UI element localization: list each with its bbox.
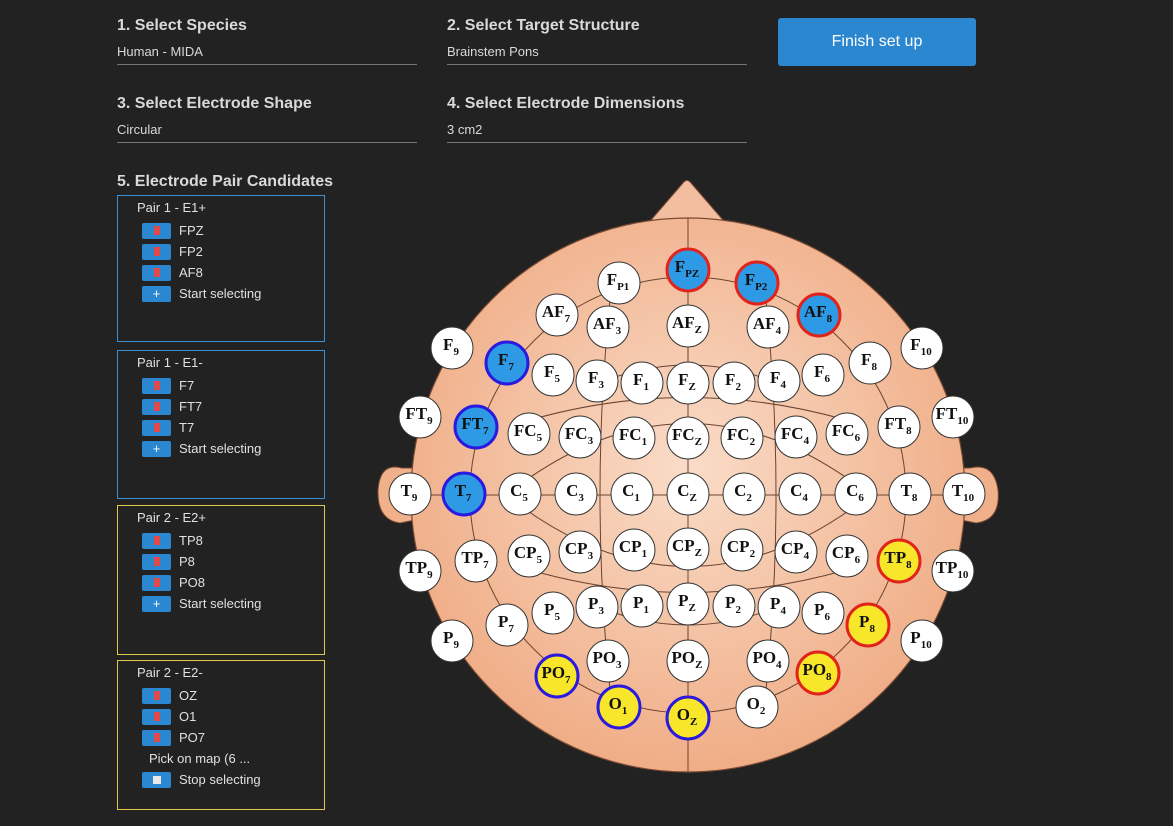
electrode-cp3[interactable]: CP3 xyxy=(558,530,602,574)
electrode-tp10[interactable]: TP10 xyxy=(931,549,975,593)
electrode-fz[interactable]: FZ xyxy=(666,361,710,405)
electrode-f3[interactable]: F3 xyxy=(575,359,619,403)
electrode-fp2[interactable]: FP2 xyxy=(734,260,780,306)
electrode-po8[interactable]: PO8 xyxy=(795,650,841,696)
electrode-f5[interactable]: F5 xyxy=(531,353,575,397)
electrode-p8[interactable]: P8 xyxy=(845,602,891,648)
electrode-tp7[interactable]: TP7 xyxy=(454,539,498,583)
electrode-o2[interactable]: O2 xyxy=(735,685,779,729)
electrode-o1[interactable]: O1 xyxy=(596,684,642,730)
electrode-c5[interactable]: C5 xyxy=(498,472,542,516)
electrode-p3[interactable]: P3 xyxy=(575,585,619,629)
electrode-f2[interactable]: F2 xyxy=(712,361,756,405)
electrode-cp6[interactable]: CP6 xyxy=(825,534,869,578)
electrode-p4[interactable]: P4 xyxy=(757,585,801,629)
electrode-t7[interactable]: T7 xyxy=(441,471,487,517)
electrode-f1[interactable]: F1 xyxy=(620,361,664,405)
electrode-ft10[interactable]: FT10 xyxy=(931,395,975,439)
electrode-p9[interactable]: P9 xyxy=(430,619,474,663)
electrode-cp2[interactable]: CP2 xyxy=(720,528,764,572)
electrode-po7[interactable]: PO7 xyxy=(534,653,580,699)
electrode-p5[interactable]: P5 xyxy=(531,591,575,635)
electrode-c2[interactable]: C2 xyxy=(722,472,766,516)
electrode-cp1[interactable]: CP1 xyxy=(612,528,656,572)
electrode-fc6[interactable]: FC6 xyxy=(825,412,869,456)
electrode-t9[interactable]: T9 xyxy=(388,472,432,516)
electrode-p7[interactable]: P7 xyxy=(485,603,529,647)
electrode-cp4[interactable]: CP4 xyxy=(774,530,818,574)
electrode-f10[interactable]: F10 xyxy=(900,326,944,370)
electrode-fpz[interactable]: FPZ xyxy=(665,247,711,293)
electrode-fcz[interactable]: FCZ xyxy=(666,416,710,460)
electrode-p10[interactable]: P10 xyxy=(900,619,944,663)
electrode-c6[interactable]: C6 xyxy=(834,472,878,516)
electrode-c3[interactable]: C3 xyxy=(554,472,598,516)
electrode-cz[interactable]: CZ xyxy=(666,472,710,516)
nose-shape xyxy=(649,180,725,221)
electrode-af7[interactable]: AF7 xyxy=(535,293,579,337)
electrode-tp8[interactable]: TP8 xyxy=(876,538,922,584)
electrode-af4[interactable]: AF4 xyxy=(746,305,790,349)
electrode-p2[interactable]: P2 xyxy=(712,584,756,628)
electrode-ft7[interactable]: FT7 xyxy=(453,404,499,450)
electrode-f6[interactable]: F6 xyxy=(801,353,845,397)
electrode-f9[interactable]: F9 xyxy=(430,326,474,370)
electrode-po4[interactable]: PO4 xyxy=(746,639,790,683)
electrode-c1[interactable]: C1 xyxy=(610,472,654,516)
electrode-fp1[interactable]: FP1 xyxy=(597,261,641,305)
electrode-p1[interactable]: P1 xyxy=(620,584,664,628)
electrode-poz[interactable]: POZ xyxy=(666,639,710,683)
electrode-f4[interactable]: F4 xyxy=(757,359,801,403)
electrode-fc1[interactable]: FC1 xyxy=(612,416,656,460)
electrode-pz[interactable]: PZ xyxy=(666,582,710,626)
electrode-t8[interactable]: T8 xyxy=(888,472,932,516)
electrode-fc3[interactable]: FC3 xyxy=(558,415,602,459)
electrode-afz[interactable]: AFZ xyxy=(666,304,710,348)
electrode-po3[interactable]: PO3 xyxy=(586,639,630,683)
electrode-f8[interactable]: F8 xyxy=(848,341,892,385)
electrode-tp9[interactable]: TP9 xyxy=(398,549,442,593)
electrode-p6[interactable]: P6 xyxy=(801,591,845,635)
electrode-ft8[interactable]: FT8 xyxy=(877,405,921,449)
electrode-fc5[interactable]: FC5 xyxy=(507,412,551,456)
electrode-cpz[interactable]: CPZ xyxy=(666,527,710,571)
electrode-oz[interactable]: OZ xyxy=(665,695,711,741)
electrode-fc4[interactable]: FC4 xyxy=(774,415,818,459)
electrode-t10[interactable]: T10 xyxy=(942,472,986,516)
electrode-ft9[interactable]: FT9 xyxy=(398,395,442,439)
electrode-af3[interactable]: AF3 xyxy=(586,305,630,349)
electrode-c4[interactable]: C4 xyxy=(778,472,822,516)
electrode-af8[interactable]: AF8 xyxy=(796,292,842,338)
electrode-cp5[interactable]: CP5 xyxy=(507,534,551,578)
electrode-f7[interactable]: F7 xyxy=(484,340,530,386)
electrode-head-map[interactable]: FPZ FP2 AF8 F7 FT7 T7 TP8 P8PO8 PO7 O1 OZ FP1 AF7 AF3… xyxy=(0,0,1173,826)
electrode-fc2[interactable]: FC2 xyxy=(720,416,764,460)
